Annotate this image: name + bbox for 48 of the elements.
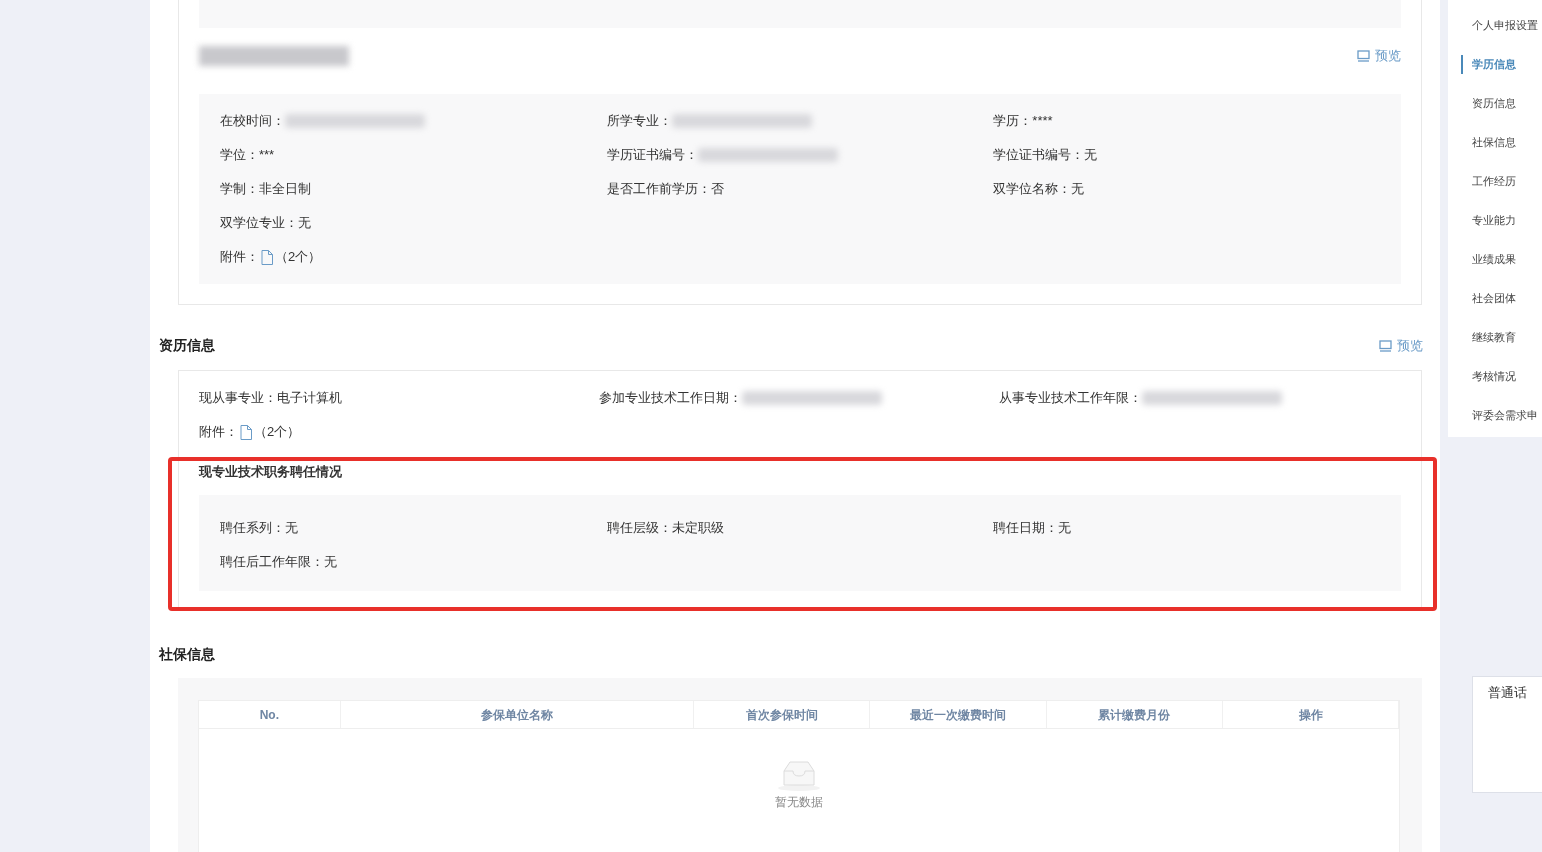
- field-text: 学历证书编号：: [606, 146, 698, 165]
- section-title: 资历信息: [159, 336, 215, 355]
- field-text: 聘任层级：未定职级: [606, 519, 724, 538]
- field-text: 学位证书编号：无: [993, 146, 1098, 165]
- nav-item[interactable]: 资历信息: [1461, 94, 1542, 113]
- field-text: 聘任日期：无: [993, 519, 1072, 538]
- nav-item[interactable]: 学历信息: [1461, 55, 1542, 74]
- field-text: 双学位专业：无: [220, 214, 311, 233]
- field-text: 双学位名称：无: [993, 180, 1085, 199]
- nav-item[interactable]: 社保信息: [1461, 133, 1542, 152]
- attachment-count[interactable]: （2个）: [275, 247, 322, 267]
- language-label: 普通话: [1488, 685, 1527, 700]
- nav-item[interactable]: 评委会需求申: [1461, 406, 1542, 425]
- column-header: No.: [199, 701, 341, 728]
- file-icon[interactable]: [261, 249, 273, 265]
- field-text: 学历：****: [993, 112, 1053, 131]
- field-text: 聘任系列：无: [220, 519, 298, 538]
- field-text: 在校时间：: [220, 112, 285, 131]
- field-text: 所学专业：: [606, 112, 672, 131]
- field-text: 学位：***: [220, 146, 275, 165]
- column-header: 参保单位名称: [340, 701, 695, 728]
- nav-item[interactable]: 社会团体: [1461, 289, 1542, 308]
- subsection-title: 现专业技术职务聘任情况: [199, 463, 342, 481]
- nav-item[interactable]: 继续教育: [1461, 328, 1542, 347]
- nav-item[interactable]: 考核情况: [1461, 367, 1542, 386]
- field-text: 学制：非全日制: [220, 180, 311, 199]
- column-header: 操作: [1223, 701, 1399, 728]
- column-header: 首次参保时间: [694, 701, 870, 728]
- attachment-label: 附件：: [220, 248, 259, 267]
- preview-icon: [1357, 50, 1370, 62]
- column-header: 最近一次缴费时间: [869, 701, 1047, 728]
- nav-item[interactable]: 工作经历: [1461, 172, 1542, 191]
- field-text: 是否工作前学历：否: [606, 180, 724, 199]
- field-text: 现从事专业：电子计算机: [199, 389, 342, 408]
- field-text: 从事专业技术工作年限：: [999, 389, 1142, 408]
- section-title: 社保信息: [159, 645, 215, 664]
- empty-message: 暂无数据: [775, 794, 823, 811]
- nav-item[interactable]: 个人申报设置: [1461, 16, 1542, 35]
- nav-item[interactable]: 业绩成果: [1461, 250, 1542, 269]
- nav-item[interactable]: 专业能力: [1461, 211, 1542, 230]
- preview-icon: [1379, 339, 1392, 352]
- attachment-label: 附件：: [199, 423, 238, 442]
- attachment-count[interactable]: （2个）: [254, 422, 301, 442]
- file-icon[interactable]: [240, 424, 252, 440]
- field-text: 参加专业技术工作日期：: [599, 389, 742, 408]
- field-text: 聘任后工作年限：无: [220, 553, 337, 572]
- column-header: 累计缴费月份: [1046, 701, 1224, 728]
- empty-inbox-icon: [777, 759, 821, 791]
